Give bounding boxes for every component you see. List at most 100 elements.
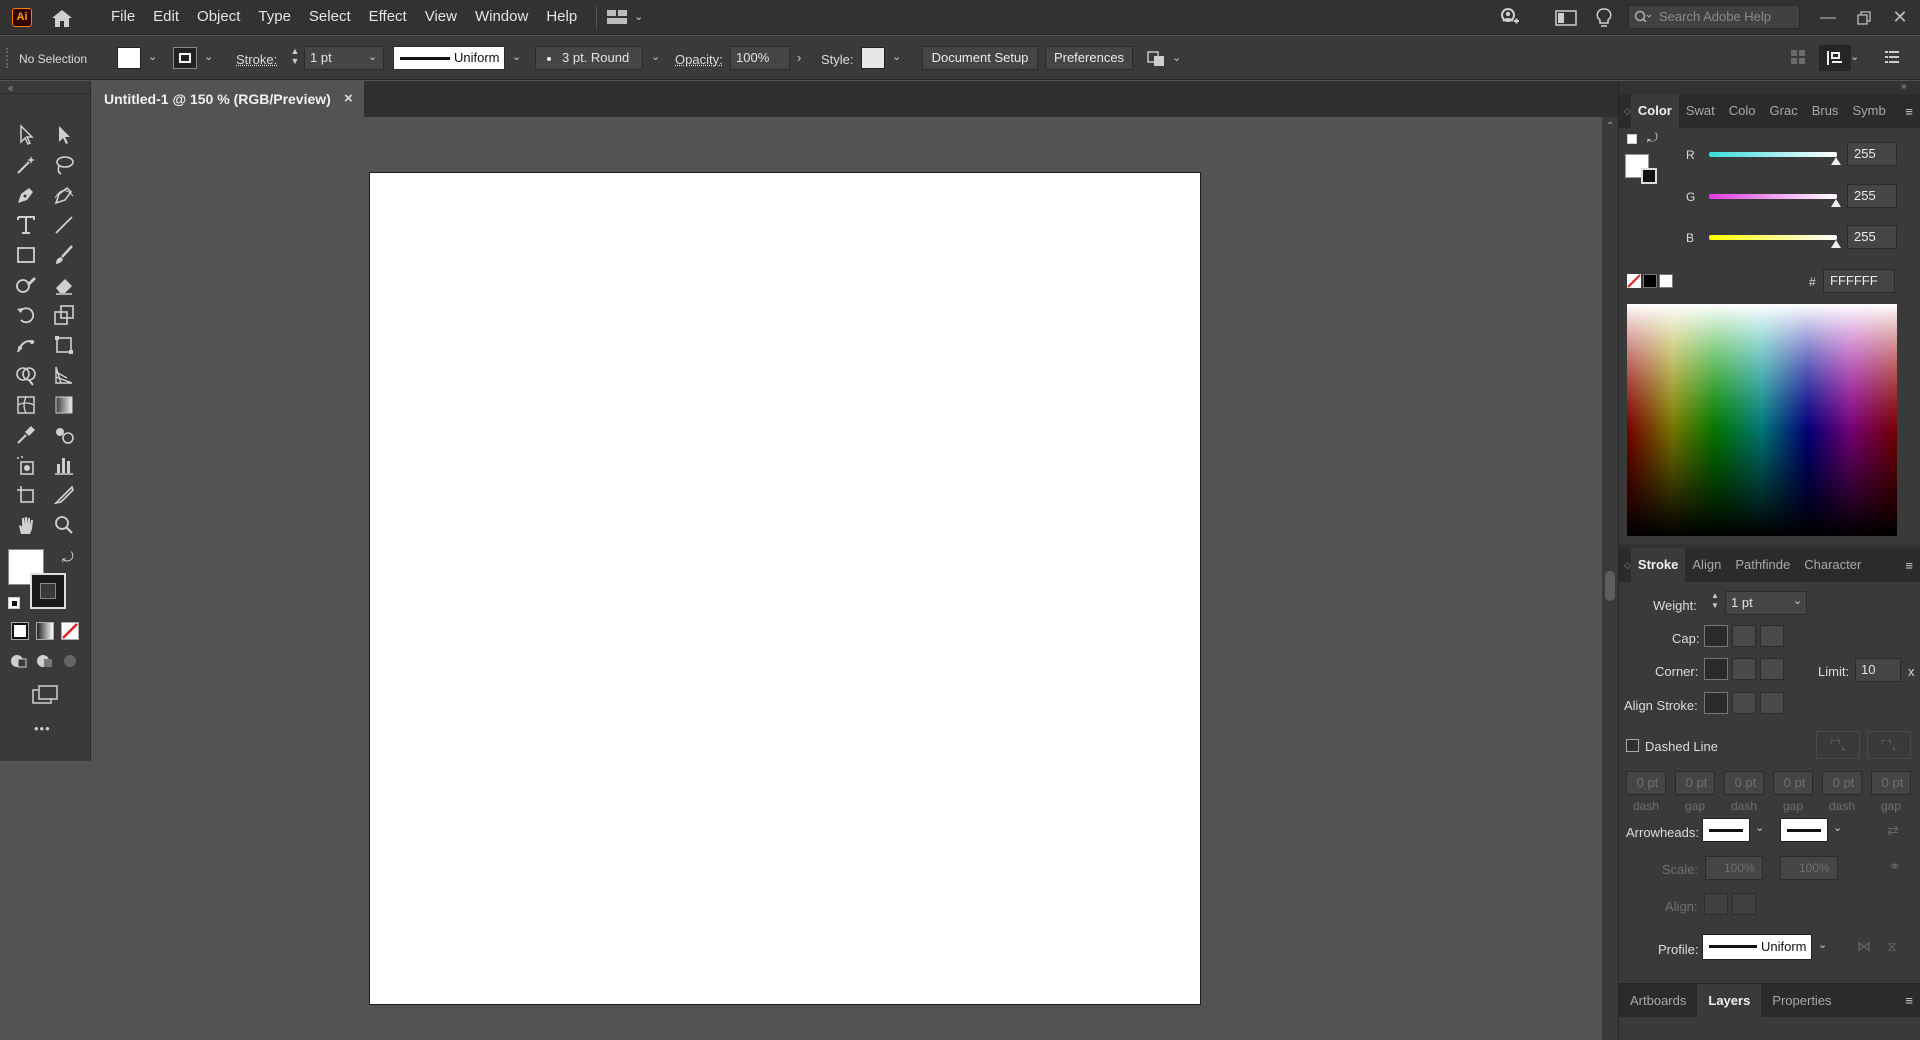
align-to-button[interactable] [1819, 45, 1851, 71]
menu-effect[interactable]: Effect [360, 0, 416, 35]
arrow-tip-at-end-button[interactable] [1732, 893, 1756, 915]
blend-tool-icon[interactable] [49, 421, 79, 449]
butt-cap-button[interactable] [1704, 625, 1728, 647]
collapse-panels-icon[interactable]: » [1901, 81, 1907, 92]
brush-definition[interactable]: 3 pt. Round [535, 46, 643, 70]
align-stroke-center-button[interactable] [1704, 692, 1728, 714]
preserve-dash-button[interactable]: ⌜⌝⌞ [1816, 731, 1860, 759]
profile-select[interactable]: Uniform [1702, 934, 1812, 960]
column-graph-tool-icon[interactable] [49, 451, 79, 479]
gap-3-field[interactable]: 0 pt [1871, 771, 1911, 795]
gap-2-field[interactable]: 0 pt [1773, 771, 1813, 795]
lightbulb-icon[interactable] [1595, 7, 1613, 29]
panel-menu-icon[interactable] [1884, 49, 1900, 65]
arrow-tip-beyond-button[interactable] [1704, 893, 1728, 915]
tab-swatches[interactable]: Swat [1679, 94, 1722, 128]
stroke-swatch[interactable] [173, 47, 197, 69]
color-spectrum[interactable] [1627, 304, 1897, 536]
limit-field[interactable]: 10 [1855, 658, 1901, 682]
weight-dropdown-icon[interactable]: ⌄ [1793, 596, 1803, 607]
fill-dropdown-icon[interactable]: ⌄ [148, 52, 158, 63]
menu-edit[interactable]: Edit [144, 0, 188, 35]
g-value[interactable]: 255 [1847, 184, 1897, 208]
tab-properties[interactable]: Properties [1761, 984, 1842, 1018]
g-slider-thumb[interactable] [1831, 199, 1841, 207]
align-dropdown-icon[interactable]: ⌄ [1850, 52, 1860, 63]
swap-fill-stroke-icon[interactable]: ⤾ [62, 549, 74, 566]
default-colors-icon[interactable] [1627, 134, 1637, 144]
tab-gradient[interactable]: Grac [1763, 94, 1805, 128]
gap-1-field[interactable]: 0 pt [1675, 771, 1715, 795]
weight-stepper[interactable]: ▲ ▼ [1709, 591, 1721, 615]
white-color-icon[interactable] [1659, 274, 1673, 288]
zoom-tool-icon[interactable] [49, 511, 79, 539]
swap-arrowheads-icon[interactable]: ⇄ [1887, 822, 1899, 839]
tab-symbols[interactable]: Symb [1845, 94, 1892, 128]
bevel-join-button[interactable] [1760, 658, 1784, 680]
type-tool-icon[interactable] [11, 211, 41, 239]
curvature-tool-icon[interactable] [49, 181, 79, 209]
dash-1-field[interactable]: 0 pt [1626, 771, 1666, 795]
search-adobe-help-input[interactable]: Search Adobe Help [1628, 5, 1800, 29]
eyedropper-tool-icon[interactable] [11, 421, 41, 449]
rotate-tool-icon[interactable] [11, 301, 41, 329]
tab-align[interactable]: Align [1685, 548, 1728, 582]
tab-color[interactable]: Color [1630, 94, 1679, 128]
stroke-label[interactable]: Stroke: [236, 52, 277, 67]
menu-file[interactable]: File [102, 0, 144, 35]
workspace-switcher[interactable]: ⌄ [606, 8, 644, 26]
scroll-up-icon[interactable]: ⌃ [1606, 121, 1614, 132]
tab-brushes[interactable]: Brus [1805, 94, 1846, 128]
minimize-icon[interactable]: — [1810, 0, 1846, 35]
r-slider-thumb[interactable] [1831, 157, 1841, 165]
stroke-weight-dropdown-icon[interactable]: ⌄ [368, 52, 378, 63]
start-arrowhead-dropdown-icon[interactable]: ⌄ [1755, 823, 1765, 834]
stroke-panel-menu-icon[interactable]: ≡ [1905, 558, 1920, 573]
round-cap-button[interactable] [1732, 625, 1756, 647]
align-stroke-inside-button[interactable] [1732, 692, 1756, 714]
panel-stroke-swatch[interactable] [1641, 168, 1657, 184]
color-mode-icon[interactable] [11, 622, 29, 640]
r-slider[interactable] [1709, 152, 1837, 157]
symbol-sprayer-tool-icon[interactable] [11, 451, 41, 479]
direct-selection-tool-icon[interactable] [49, 121, 79, 149]
none-color-icon[interactable] [1627, 274, 1641, 288]
shaper-tool-icon[interactable] [11, 271, 41, 299]
home-icon[interactable] [50, 8, 74, 28]
default-fill-stroke-icon[interactable] [8, 597, 20, 609]
grid-view-icon[interactable] [1790, 49, 1806, 65]
eraser-tool-icon[interactable] [49, 271, 79, 299]
tab-color-guide[interactable]: Colo [1722, 94, 1763, 128]
black-color-icon[interactable] [1643, 274, 1657, 288]
tab-layers[interactable]: Layers [1697, 983, 1762, 1018]
selection-tool-icon[interactable] [11, 121, 41, 149]
screen-mode-icon[interactable] [31, 684, 59, 706]
hand-tool-icon[interactable] [11, 511, 41, 539]
align-dash-button[interactable]: ⌜⌝⌞ [1867, 731, 1911, 759]
start-arrowhead-select[interactable] [1702, 818, 1750, 842]
dash-2-field[interactable]: 0 pt [1724, 771, 1764, 795]
link-scale-icon[interactable]: ⚭ [1889, 858, 1901, 875]
round-join-button[interactable] [1732, 658, 1756, 680]
b-slider[interactable] [1709, 235, 1837, 240]
g-slider[interactable] [1709, 194, 1837, 199]
menu-type[interactable]: Type [249, 0, 300, 35]
bottom-panel-menu-icon[interactable]: ≡ [1905, 993, 1920, 1008]
tab-artboards[interactable]: Artboards [1619, 984, 1697, 1018]
scale-tool-icon[interactable] [49, 301, 79, 329]
dashed-line-checkbox[interactable] [1626, 739, 1639, 752]
magic-wand-tool-icon[interactable] [11, 151, 41, 179]
rectangle-tool-icon[interactable] [11, 241, 41, 269]
edit-toolbar-button[interactable]: ••• [34, 721, 51, 736]
close-document-icon[interactable]: × [344, 81, 353, 117]
menu-object[interactable]: Object [188, 0, 249, 35]
document-tab[interactable]: Untitled-1 @ 150 % (RGB/Preview) × [92, 81, 364, 117]
free-transform-tool-icon[interactable] [49, 331, 79, 359]
puppet-warp-tool-icon[interactable] [11, 331, 41, 359]
color-panel-menu-icon[interactable]: ≡ [1905, 104, 1920, 119]
slice-tool-icon[interactable] [49, 481, 79, 509]
close-window-icon[interactable]: ✕ [1882, 0, 1918, 35]
projecting-cap-button[interactable] [1760, 625, 1784, 647]
stroke-dropdown-icon[interactable]: ⌄ [204, 52, 214, 63]
tab-pathfinder[interactable]: Pathfinde [1728, 548, 1797, 582]
